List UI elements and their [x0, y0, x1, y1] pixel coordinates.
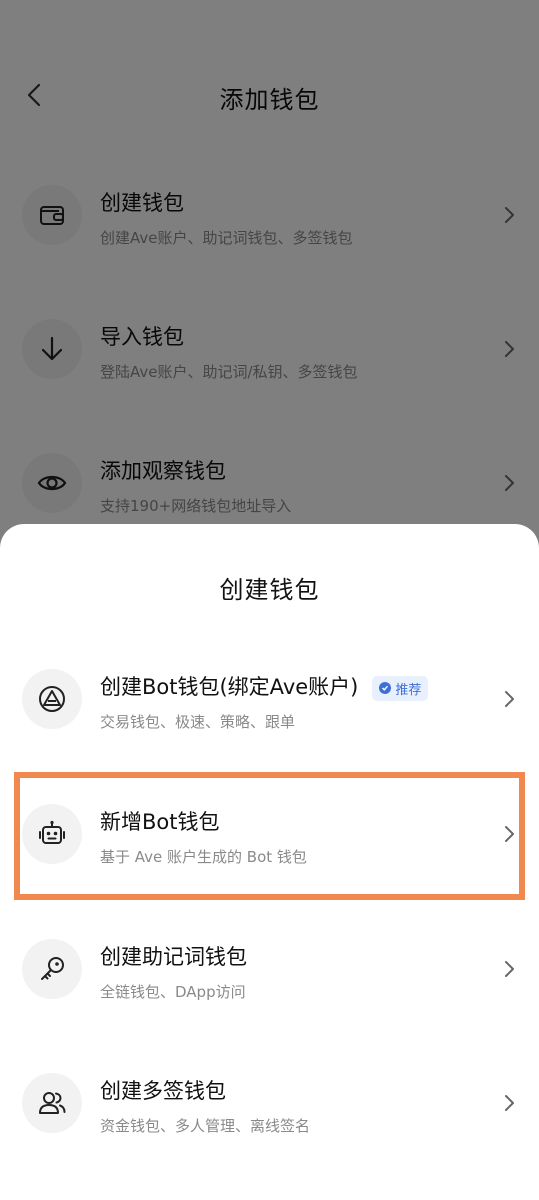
badge-label: 推荐 [395, 682, 422, 698]
chevron-right-icon [505, 691, 514, 707]
create-bot-wallet-item[interactable]: 创建Bot钱包(绑定Ave账户) 推荐 交易钱包、极速、策略、跟单 [0, 639, 539, 759]
sheet-title: 创建钱包 [219, 576, 320, 604]
key-icon [22, 939, 82, 999]
create-multisig-wallet-item[interactable]: 创建多签钱包 资金钱包、多人管理、离线签名 [0, 1043, 539, 1163]
ave-logo-icon [22, 669, 82, 729]
chevron-right-icon [505, 961, 514, 977]
highlight-annotation [14, 772, 525, 900]
item-title-text: 创建Bot钱包(绑定Ave账户) [100, 675, 359, 699]
item-title: 创建助记词钱包 [100, 945, 247, 969]
item-subtitle: 交易钱包、极速、策略、跟单 [100, 713, 296, 731]
recommend-badge: 推荐 [372, 675, 429, 701]
item-subtitle: 资金钱包、多人管理、离线签名 [100, 1117, 311, 1135]
create-mnemonic-wallet-item[interactable]: 创建助记词钱包 全链钱包、DApp访问 [0, 909, 539, 1029]
chevron-right-icon [505, 1095, 514, 1111]
item-subtitle: 全链钱包、DApp访问 [100, 983, 246, 1001]
verified-check-icon [379, 682, 392, 694]
item-title: 创建Bot钱包(绑定Ave账户) 推荐 [100, 671, 429, 701]
item-title: 创建多签钱包 [100, 1079, 226, 1103]
users-icon [22, 1073, 82, 1133]
